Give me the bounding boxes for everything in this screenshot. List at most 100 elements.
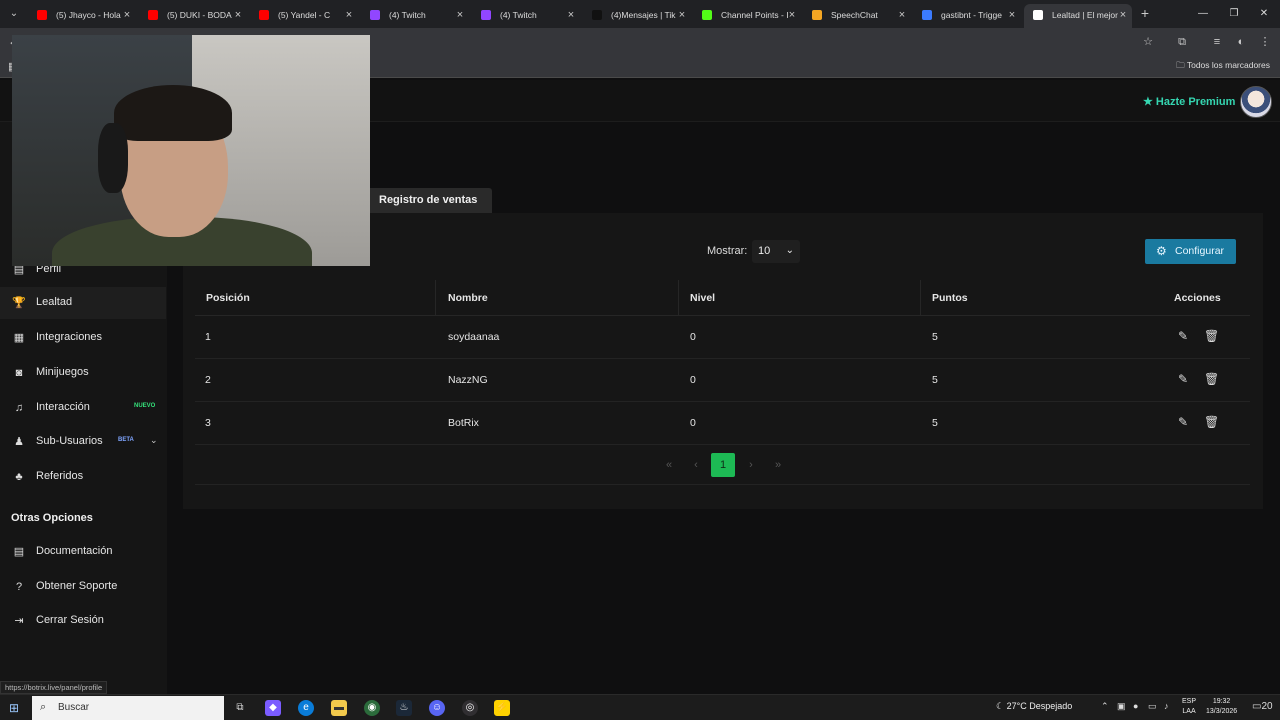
close-tab-icon[interactable]: × (231, 4, 245, 26)
browser-tab-title: Lealtad | El mejor (1052, 10, 1118, 20)
chrome-icon[interactable]: ◉ (364, 700, 380, 716)
browser-tab-title: (5) DUKI - BODA (167, 10, 232, 20)
close-tab-icon[interactable]: × (564, 4, 578, 26)
more-menu-icon[interactable]: ⋮ (1257, 34, 1273, 50)
sidebar-item-referidos[interactable]: ♣ Referidos (0, 461, 166, 493)
task-view-icon[interactable]: ⧉ (232, 700, 248, 716)
browser-tab-title: (4)Mensajes | Tik (611, 10, 676, 20)
tab-sales-log[interactable]: Registro de ventas (367, 188, 492, 213)
close-tab-icon[interactable]: × (1116, 4, 1130, 26)
minimize-icon[interactable]: — (1194, 6, 1212, 22)
column-header-level[interactable]: Nivel (690, 292, 715, 304)
sidebar-item-lealtad[interactable]: 🏆 Lealtad (0, 287, 166, 319)
sidebar-item-sub-usuarios[interactable]: ♟ Sub-Usuarios BETA ⌄ (0, 426, 166, 458)
close-tab-icon[interactable]: × (785, 4, 799, 26)
botrix-icon (1033, 10, 1043, 20)
file-explorer-icon[interactable]: ▬ (331, 700, 347, 716)
star-bookmark-icon[interactable]: ☆ (1140, 34, 1156, 50)
browser-tab[interactable]: Channel Points - I × (693, 4, 801, 26)
steam-icon[interactable]: ♨ (396, 700, 412, 716)
copilot-icon[interactable]: ◆ (265, 700, 281, 716)
new-tab-button[interactable]: + (1137, 5, 1153, 21)
microphone-icon[interactable]: ● (1133, 701, 1138, 711)
browser-tab[interactable]: (5) Yandel - C × (250, 4, 358, 26)
volume-icon[interactable]: ♪ (1164, 701, 1169, 711)
chevron-down-icon[interactable]: ⌄ (150, 435, 158, 446)
keyboard-layout: LAA (1182, 708, 1196, 715)
extensions-icon[interactable]: ⧉ (1174, 34, 1190, 50)
close-tab-icon[interactable]: × (342, 4, 356, 26)
sidebar-item-integraciones[interactable]: ▦ Integraciones (0, 322, 166, 354)
integrations-icon: ▦ (13, 332, 25, 344)
delete-trash-icon[interactable]: 🗑 (1204, 372, 1219, 386)
youtube-icon (259, 10, 269, 20)
sidebar-item-obtener-soporte[interactable]: ? Obtener Soporte (0, 571, 166, 603)
restore-icon[interactable]: ❐ (1225, 6, 1243, 22)
configure-button[interactable]: ⚙ Configurar (1145, 239, 1236, 264)
edge-icon[interactable]: e (298, 700, 314, 716)
sidebar-item-label: Sub-Usuarios (36, 435, 103, 447)
obs-icon[interactable]: ◎ (462, 700, 478, 716)
column-header-name[interactable]: Nombre (448, 292, 488, 304)
edit-pencil-icon[interactable]: ✎ (1178, 372, 1188, 386)
browser-tab[interactable]: gastibnt - Trigge × (913, 4, 1021, 26)
last-page-icon[interactable]: » (769, 456, 787, 474)
network-icon[interactable]: ▭ (1148, 701, 1157, 712)
all-bookmarks-folder[interactable]: 🗀 Todos los marcadores (1176, 60, 1270, 74)
prev-page-icon[interactable]: ‹ (687, 456, 705, 474)
profile-circle-icon[interactable]: ◐ (1233, 34, 1249, 50)
column-header-position[interactable]: Posición (206, 292, 250, 304)
tray-app-icon[interactable]: ▣ (1117, 701, 1126, 712)
youtube-icon (37, 10, 47, 20)
sidebar-item-interacci-n[interactable]: ♫ Interacción NUEVO (0, 392, 166, 424)
webcam-overlay (12, 35, 370, 266)
clock-date: 13/3/2026 (1206, 708, 1238, 715)
language-indicator[interactable]: ESP LAA (1182, 697, 1196, 717)
edit-pencil-icon[interactable]: ✎ (1178, 329, 1188, 343)
browser-tab[interactable]: (4)Mensajes | Tik × (583, 4, 691, 26)
weather-widget[interactable]: ☾ 27°C Despejado (996, 701, 1072, 712)
edit-pencil-icon[interactable]: ✎ (1178, 415, 1188, 429)
close-tab-icon[interactable]: × (1005, 4, 1019, 26)
streaming-app-icon[interactable]: ⚡ (494, 700, 510, 716)
next-page-icon[interactable]: › (742, 456, 760, 474)
delete-trash-icon[interactable]: 🗑 (1204, 329, 1219, 343)
close-tab-icon[interactable]: × (895, 4, 909, 26)
sidebar-item-documentaci-n[interactable]: ▤ Documentación (0, 536, 166, 568)
sidebar-item-label: Cerrar Sesión (36, 614, 104, 626)
notification-center[interactable]: ▭20 (1252, 701, 1273, 712)
premium-link[interactable]: ★ Hazte Premium (1143, 95, 1235, 108)
tray-chevron-up-icon[interactable]: ⌃ (1101, 701, 1109, 712)
show-entries-select[interactable]: 10 ⌄ (752, 240, 800, 263)
browser-tab-title: gastibnt - Trigge (941, 10, 1002, 20)
sidebar-item-label: Interacción (36, 401, 90, 413)
browser-tab-title: (5) Yandel - C (278, 10, 331, 20)
twitch-icon (481, 10, 491, 20)
sidebar-item-minijuegos[interactable]: ◙ Minijuegos (0, 357, 166, 389)
taskbar-search-box[interactable]: ⌕ Buscar (32, 696, 224, 720)
column-header-points[interactable]: Puntos (932, 292, 968, 304)
browser-tab[interactable]: (4) Twitch × (361, 4, 469, 26)
delete-trash-icon[interactable]: 🗑 (1204, 415, 1219, 429)
tab-search-icon[interactable]: ⌄ (6, 6, 22, 22)
gamepad-icon: ◙ (15, 367, 23, 379)
sidebar-item-cerrar-sesi-n[interactable]: ⇥ Cerrar Sesión (0, 605, 166, 637)
windows-start-icon[interactable]: ⊞ (9, 701, 19, 715)
browser-tab[interactable]: Lealtad | El mejor × (1024, 4, 1132, 28)
cell-level: 0 (690, 417, 696, 429)
browser-tab[interactable]: (5) Jhayco - Hola × (28, 4, 136, 26)
first-page-icon[interactable]: « (660, 456, 678, 474)
page-button-current[interactable]: 1 (711, 453, 735, 477)
browser-tab[interactable]: SpeechChat × (803, 4, 911, 26)
browser-tab[interactable]: (5) DUKI - BODA × (139, 4, 247, 26)
discord-icon[interactable]: ☺ (429, 700, 445, 716)
close-tab-icon[interactable]: × (675, 4, 689, 26)
close-window-icon[interactable]: ✕ (1255, 6, 1273, 22)
media-control-icon[interactable]: ≡ (1209, 34, 1225, 50)
close-tab-icon[interactable]: × (120, 4, 134, 26)
clock[interactable]: 19:32 13/3/2026 (1206, 697, 1237, 717)
avatar[interactable] (1240, 86, 1272, 118)
headset-icon (98, 123, 128, 193)
browser-tab[interactable]: (4) Twitch × (472, 4, 580, 26)
close-tab-icon[interactable]: × (453, 4, 467, 26)
